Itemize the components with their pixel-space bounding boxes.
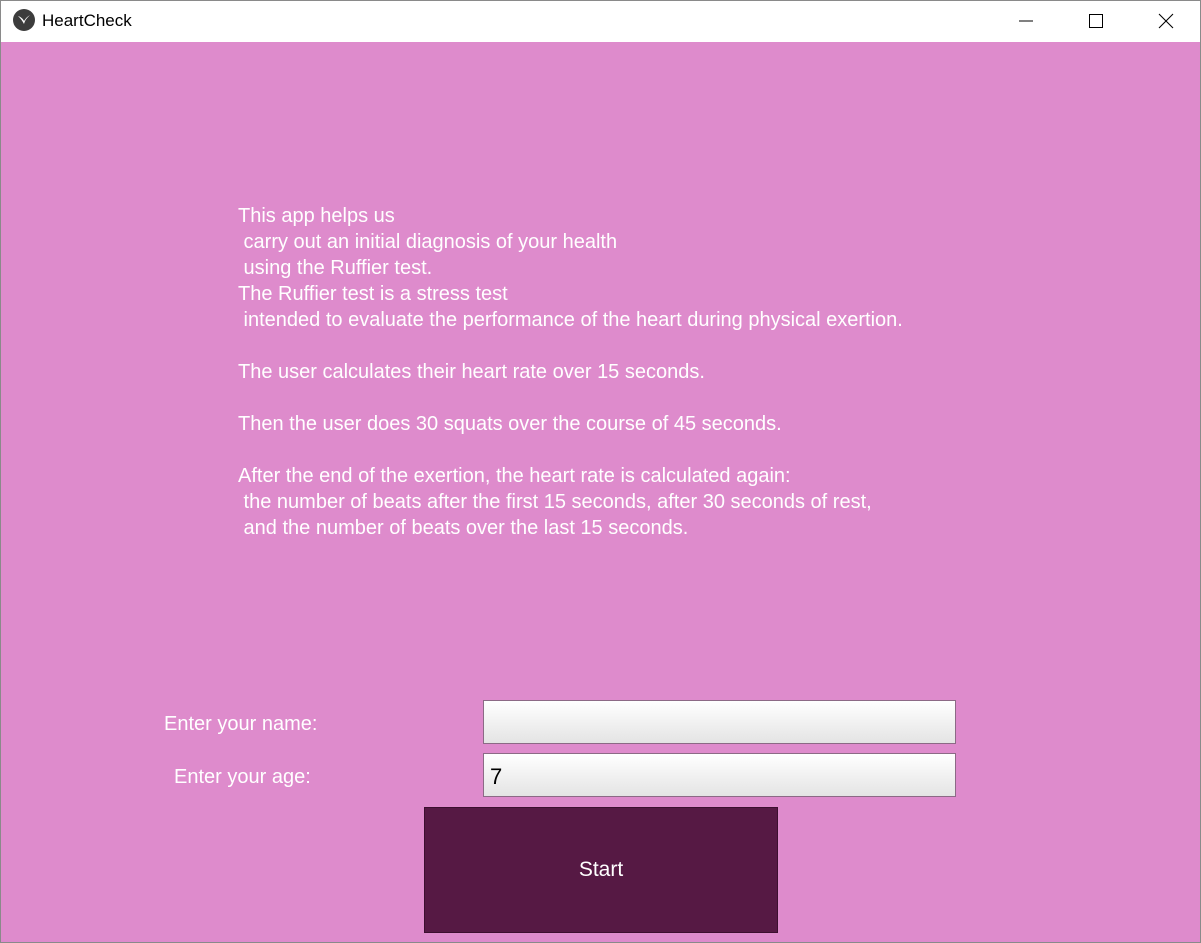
name-input[interactable]	[483, 700, 956, 744]
minimize-icon	[1019, 20, 1033, 22]
close-button[interactable]	[1131, 1, 1201, 41]
app-window: HeartCheck This app helps us carry out a…	[0, 0, 1201, 943]
main-panel: This app helps us carry out an initial d…	[1, 42, 1200, 942]
age-input[interactable]	[483, 753, 956, 797]
maximize-icon	[1089, 14, 1103, 28]
name-label: Enter your name:	[164, 713, 318, 735]
window-title: HeartCheck	[42, 11, 132, 30]
instructions-text: This app helps us carry out an initial d…	[238, 205, 903, 539]
maximize-button[interactable]	[1061, 1, 1131, 41]
age-label: Enter your age:	[174, 766, 311, 788]
kivy-logo-icon	[13, 9, 35, 31]
title-bar[interactable]: HeartCheck	[1, 1, 1200, 42]
minimize-button[interactable]	[991, 1, 1061, 41]
start-button[interactable]: Start	[424, 807, 778, 933]
close-icon	[1158, 13, 1174, 29]
